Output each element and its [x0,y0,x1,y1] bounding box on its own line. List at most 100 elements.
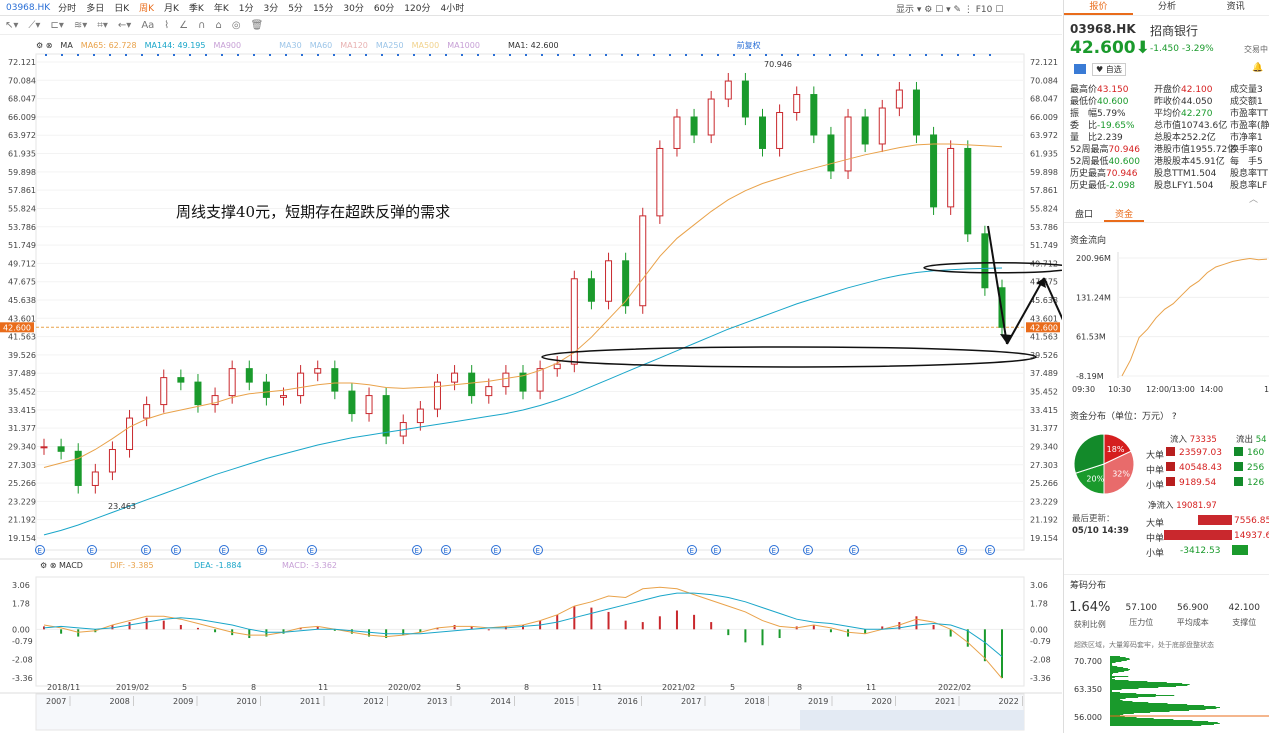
share-icon[interactable] [1074,64,1086,74]
event-icon-letter: E [415,547,419,555]
y-tick-left: 49.712 [8,259,36,268]
y-tick-right: 53.786 [1030,223,1058,232]
chip-bar [1110,714,1124,715]
y-tick-left: 23.229 [8,497,36,506]
flow-x-tick: 15 [1264,385,1269,394]
flow-row-label: 小单 [1146,481,1165,491]
signal-dot [941,54,943,56]
timeline-year: 2009 [173,697,193,706]
y-tick-left: 51.749 [8,241,36,250]
chip-stat: 1.64% 获利比例 [1064,600,1116,630]
chip-bar [1110,711,1170,712]
event-icon-letter: E [310,547,314,555]
tab-fund[interactable]: 资金 [1104,207,1144,222]
flow-row-out: 256 [1247,463,1265,473]
chip-bar [1110,685,1188,686]
net-bar [1197,515,1232,525]
tab-orderbook[interactable]: 盘口 [1064,207,1104,222]
signal-dot [477,54,479,56]
chip-stat: 56.900 平均成本 [1167,600,1219,630]
chip-bar [1110,669,1130,670]
macd-tick-left: 3.06 [12,581,30,590]
chip-bar [1110,705,1205,706]
candle-body [793,94,801,114]
flow-x-tick: 12:00/13:00 [1146,385,1195,394]
macd-line [43,586,1003,679]
signal-dot [573,54,575,56]
signal-dot [733,54,735,56]
x-tick: 2018/11 [47,683,80,692]
signal-dot [189,54,191,56]
chip-bar [1110,721,1209,722]
macd-bar [812,624,815,630]
main-chart[interactable]: 72.121 72.121 70.084 70.084 68.047 68.047 66.0… [0,0,1062,733]
event-icon-letter: E [988,547,992,555]
chip-bar [1110,712,1151,713]
macd-bar [778,629,781,639]
candle-body [878,107,886,145]
chip-bar [1110,692,1120,693]
y-tick-left: 61.935 [8,150,36,159]
chip-bar [1110,666,1118,667]
signal-dot [541,54,543,56]
net-row-label: 中单 [1146,534,1165,544]
macd-bar [196,627,199,630]
chip-bar [1110,694,1156,695]
y-tick-right: 41.563 [1030,333,1058,342]
timeline-year: 2020 [872,697,892,706]
chip-bar [1110,720,1193,721]
watchlist-button[interactable]: ♥ 自选 [1092,63,1126,76]
chip-bar [1110,703,1168,704]
help-icon[interactable]: ? [1172,412,1177,422]
signal-dot [877,54,879,56]
y-tick-right: 51.749 [1030,241,1058,250]
flow-chart[interactable]: 200.96M 131.24M 61.53M -8.19M 09:30 10:30 12:0… [1064,248,1269,398]
tab-quote[interactable]: 报价 [1064,0,1133,15]
signal-dot [285,54,287,56]
flow-rows: 大单 23597.03 160 中单 40548.43 256 小单 9189.54 126 [1146,446,1269,491]
macd-bar [402,629,405,636]
signal-dot [445,54,447,56]
stat-row: 52周最低40.600 港股股本45.91亿每 手5 [1070,154,1269,167]
signal-dot [637,54,639,56]
macd-bar [675,610,678,630]
signal-dot [557,54,559,56]
y-tick-right: 66.009 [1030,113,1058,122]
flow-row-in: 9189.54 [1179,478,1217,488]
signal-dot [589,54,591,56]
chip-bar [1110,664,1112,665]
macd-bar [453,624,456,630]
net-row-label: 大单 [1146,519,1165,529]
tab-news[interactable]: 资讯 [1201,0,1269,15]
stat-key: 历史最低 [1070,181,1107,191]
chip-bar [1110,672,1119,673]
collapse-icon[interactable]: ︿ [1249,192,1258,205]
chip-bar [1110,698,1126,699]
chip-bar [1110,667,1124,668]
timeline-year: 2013 [427,697,447,706]
signal-dot [973,54,975,56]
candle-body [143,404,151,419]
candle-body [673,116,681,149]
tab-analysis[interactable]: 分析 [1133,0,1202,15]
flow-row: 小单 9189.54 126 [1146,476,1269,491]
macd-name: ⚙ ⊗ MACD [40,561,83,570]
y-tick-left: 21.192 [8,516,36,525]
alert-icon[interactable]: 🔔 [1252,63,1263,73]
y-tick-left: 47.675 [8,278,36,287]
x-tick: 2022/02 [938,683,971,692]
chip-bar [1110,699,1121,700]
chip-stats: 1.64% 获利比例 57.100 压力位 56.900 平均成本 42.100 支撑位 [1064,600,1269,630]
timeline-year: 2007 [46,697,66,706]
macd-bar [727,629,730,636]
signal-dot [989,54,991,56]
macd-frame [35,576,1025,687]
chip-bar [1110,718,1154,719]
macd-bar [915,616,918,630]
outflow-swatch [1234,462,1243,471]
y-tick-left: 66.009 [8,113,36,122]
candle-body [741,80,749,118]
chip-bar [1110,710,1190,711]
y-tick-left: 63.972 [8,131,36,140]
stock-code: 03968.HK [1070,22,1136,36]
